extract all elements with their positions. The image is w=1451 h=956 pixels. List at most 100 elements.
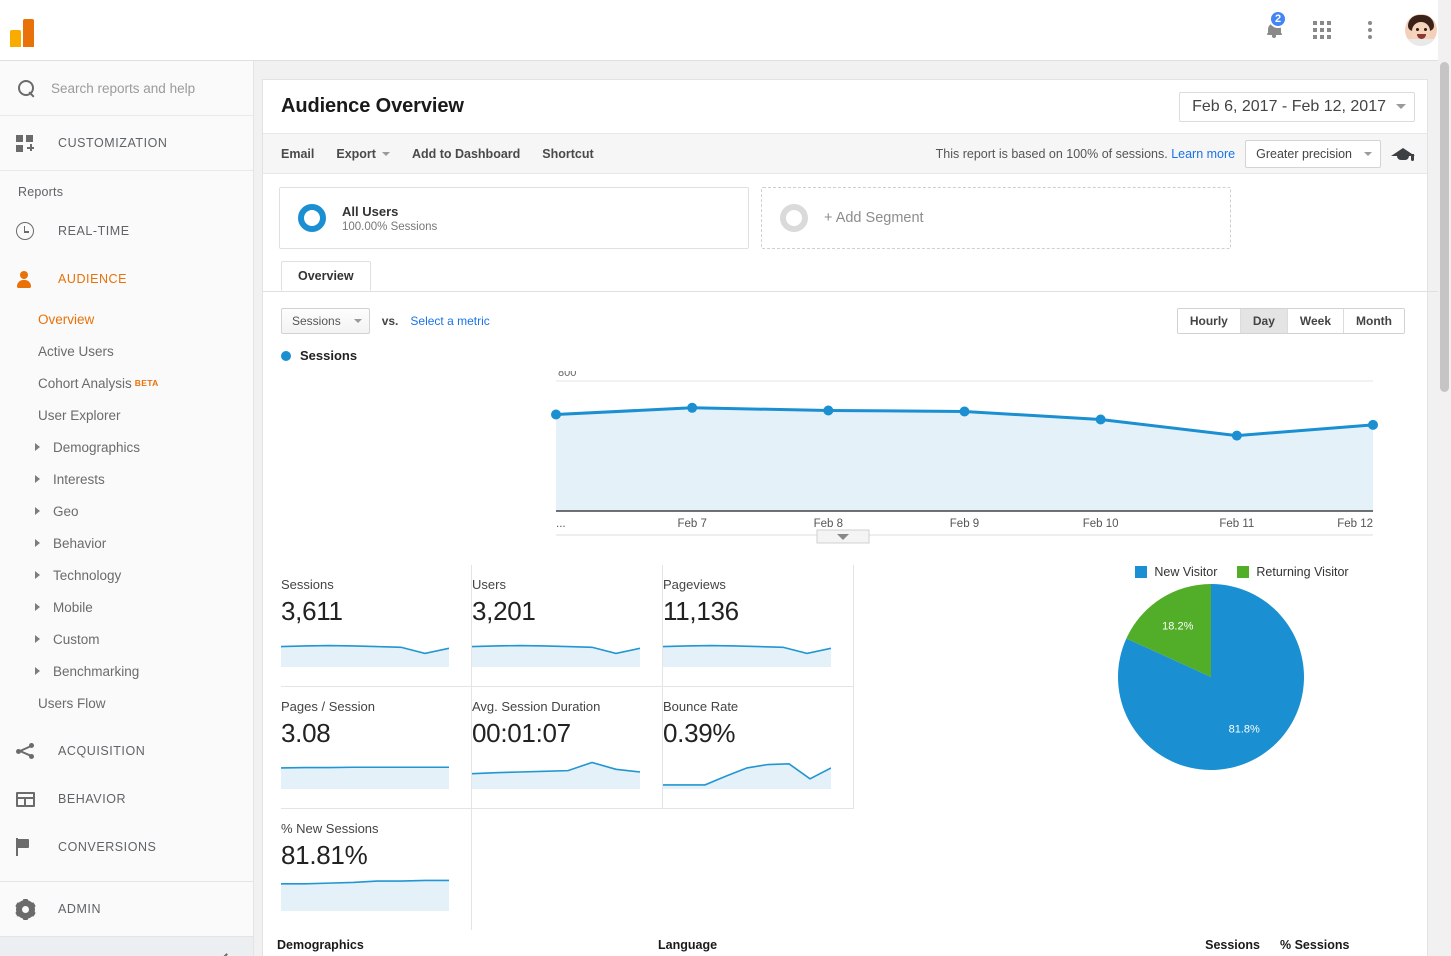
pie-legend-returning-visitor[interactable]: Returning Visitor xyxy=(1237,565,1349,579)
tab-overview[interactable]: Overview xyxy=(281,261,371,291)
notifications-bell-icon[interactable]: 2 xyxy=(1261,10,1288,43)
sidebar-item-label: User Explorer xyxy=(38,407,121,423)
sidebar-item-label: CUSTOMIZATION xyxy=(58,136,168,150)
export-button[interactable]: Export xyxy=(336,147,390,161)
metric-empty-cell xyxy=(472,809,663,930)
metric-pageviews[interactable]: Pageviews 11,136 xyxy=(662,565,854,686)
sidebar-item-interests[interactable]: Interests xyxy=(0,463,253,495)
sidebar-item-behavior[interactable]: Behavior xyxy=(0,527,253,559)
sidebar-item-behavior-main[interactable]: BEHAVIOR xyxy=(0,775,253,823)
chevron-down-icon xyxy=(381,151,390,156)
search-icon xyxy=(18,79,35,97)
gear-icon xyxy=(15,898,42,920)
segment-bar: All Users 100.00% Sessions + Add Segment xyxy=(263,174,1427,249)
visitor-type-pie-chart[interactable]: 81.8% 18.2% xyxy=(1077,579,1407,789)
chevron-down-icon xyxy=(1364,151,1372,156)
google-analytics-logo[interactable] xyxy=(10,13,62,47)
sidebar-item-demographics[interactable]: Demographics xyxy=(0,431,253,463)
legend-swatch xyxy=(1135,566,1148,578)
precision-note: This report is based on 100% of sessions… xyxy=(936,147,1236,161)
metric-select[interactable]: Sessions xyxy=(281,308,370,334)
svg-text:Feb 10: Feb 10 xyxy=(1083,518,1119,530)
precision-select[interactable]: Greater precision xyxy=(1245,139,1381,168)
segment-donut-icon xyxy=(780,204,808,232)
shortcut-button[interactable]: Shortcut xyxy=(542,147,593,161)
granularity-hourly[interactable]: Hourly xyxy=(1177,309,1241,333)
metric-value: 0.39% xyxy=(663,718,736,748)
svg-text:Feb 9: Feb 9 xyxy=(950,518,979,530)
legend-label: Sessions xyxy=(300,348,358,363)
metric-new-sessions-pct[interactable]: % New Sessions 81.81% xyxy=(281,809,472,930)
select-a-metric-link[interactable]: Select a metric xyxy=(410,314,489,328)
metric-pages-per-session[interactable]: Pages / Session 3.08 xyxy=(280,687,472,808)
sidebar-item-benchmarking[interactable]: Benchmarking xyxy=(0,655,253,687)
svg-text:Feb 12: Feb 12 xyxy=(1337,518,1373,530)
precision-note-text: This report is based on 100% of sessions… xyxy=(935,146,1168,161)
user-avatar[interactable] xyxy=(1405,14,1437,46)
sidebar-item-mobile[interactable]: Mobile xyxy=(0,591,253,623)
sparkline xyxy=(280,766,449,789)
sidebar-item-admin[interactable]: ADMIN xyxy=(0,882,253,936)
sessions-line-chart[interactable]: 800400...Feb 7Feb 8Feb 9Feb 10Feb 11Feb … xyxy=(263,367,1427,544)
sidebar-item-active-users[interactable]: Active Users xyxy=(0,335,253,367)
collapse-sidebar-button[interactable] xyxy=(0,937,253,956)
sidebar-item-technology[interactable]: Technology xyxy=(0,559,253,591)
sidebar-item-customization[interactable]: CUSTOMIZATION xyxy=(0,116,253,170)
pie-legend-new-visitor[interactable]: New Visitor xyxy=(1135,565,1217,579)
sidebar-item-real-time[interactable]: REAL-TIME xyxy=(0,207,253,255)
segment-all-users[interactable]: All Users 100.00% Sessions xyxy=(279,187,749,249)
metric-bounce-rate[interactable]: Bounce Rate 0.39% xyxy=(663,687,854,808)
sidebar-item-label: Cohort Analysis xyxy=(38,375,132,391)
sparkline xyxy=(280,644,450,667)
sidebar-section-customization: CUSTOMIZATION xyxy=(0,116,253,171)
sidebar-item-custom[interactable]: Custom xyxy=(0,623,253,655)
sidebar-audience-subitems: Overview Active Users Cohort Analysis BE… xyxy=(0,303,253,719)
scrollbar-thumb[interactable] xyxy=(1440,62,1449,392)
add-to-dashboard-button[interactable]: Add to Dashboard xyxy=(412,147,520,161)
chevron-down-icon xyxy=(353,319,362,323)
segment-donut-icon xyxy=(298,204,326,232)
search-input[interactable] xyxy=(51,80,226,96)
apps-grid-icon[interactable] xyxy=(1309,17,1335,43)
svg-text:81.8%: 81.8% xyxy=(1229,724,1260,736)
graduation-cap-icon[interactable] xyxy=(1391,146,1415,162)
sparkline xyxy=(662,644,832,667)
expand-triangle-icon xyxy=(35,603,40,611)
more-options-icon[interactable] xyxy=(1357,17,1383,43)
sidebar-item-user-explorer[interactable]: User Explorer xyxy=(0,399,253,431)
main-content: Audience Overview Feb 6, 2017 - Feb 12, … xyxy=(254,61,1451,956)
sidebar: CUSTOMIZATION Reports REAL-TIME AUDIENCE… xyxy=(0,61,254,956)
granularity-week[interactable]: Week xyxy=(1287,309,1345,333)
sidebar-item-label: CONVERSIONS xyxy=(58,840,157,854)
date-range-picker[interactable]: Feb 6, 2017 - Feb 12, 2017 xyxy=(1179,91,1415,122)
sidebar-item-overview[interactable]: Overview xyxy=(0,303,253,335)
sidebar-reports-label: Reports xyxy=(18,185,64,199)
sidebar-item-label: BEHAVIOR xyxy=(58,792,127,806)
metric-avg-session-duration[interactable]: Avg. Session Duration 00:01:07 xyxy=(471,687,663,808)
granularity-day[interactable]: Day xyxy=(1240,309,1288,333)
person-icon xyxy=(16,270,42,288)
expand-triangle-icon xyxy=(35,507,40,515)
sidebar-item-geo[interactable]: Geo xyxy=(0,495,253,527)
sidebar-item-cohort-analysis[interactable]: Cohort Analysis BETA xyxy=(0,367,253,399)
metric-value: 3,611 xyxy=(281,596,343,626)
granularity-month[interactable]: Month xyxy=(1344,309,1404,333)
legend-label: Returning Visitor xyxy=(1256,565,1349,579)
page-scrollbar[interactable] xyxy=(1438,0,1451,956)
add-segment-button[interactable]: + Add Segment xyxy=(761,187,1231,249)
search-row xyxy=(0,61,253,116)
metric-sessions[interactable]: Sessions 3,611 xyxy=(280,565,472,686)
sidebar-item-label: Interests xyxy=(53,471,105,487)
sidebar-item-acquisition[interactable]: ACQUISITION xyxy=(0,727,253,775)
learn-more-link[interactable]: Learn more xyxy=(1171,147,1235,161)
vs-label: vs. xyxy=(381,314,399,328)
sidebar-item-users-flow[interactable]: Users Flow xyxy=(0,687,253,719)
chevron-left-icon xyxy=(220,952,233,956)
sidebar-section-admin: ADMIN xyxy=(0,881,253,937)
sidebar-item-audience[interactable]: AUDIENCE xyxy=(0,255,253,303)
metric-users[interactable]: Users 3,201 xyxy=(471,565,663,686)
email-button[interactable]: Email xyxy=(281,147,314,161)
sidebar-item-conversions[interactable]: CONVERSIONS xyxy=(0,823,253,871)
column-language: Language xyxy=(658,938,718,952)
chart-series-legend: Sessions xyxy=(263,334,1427,363)
